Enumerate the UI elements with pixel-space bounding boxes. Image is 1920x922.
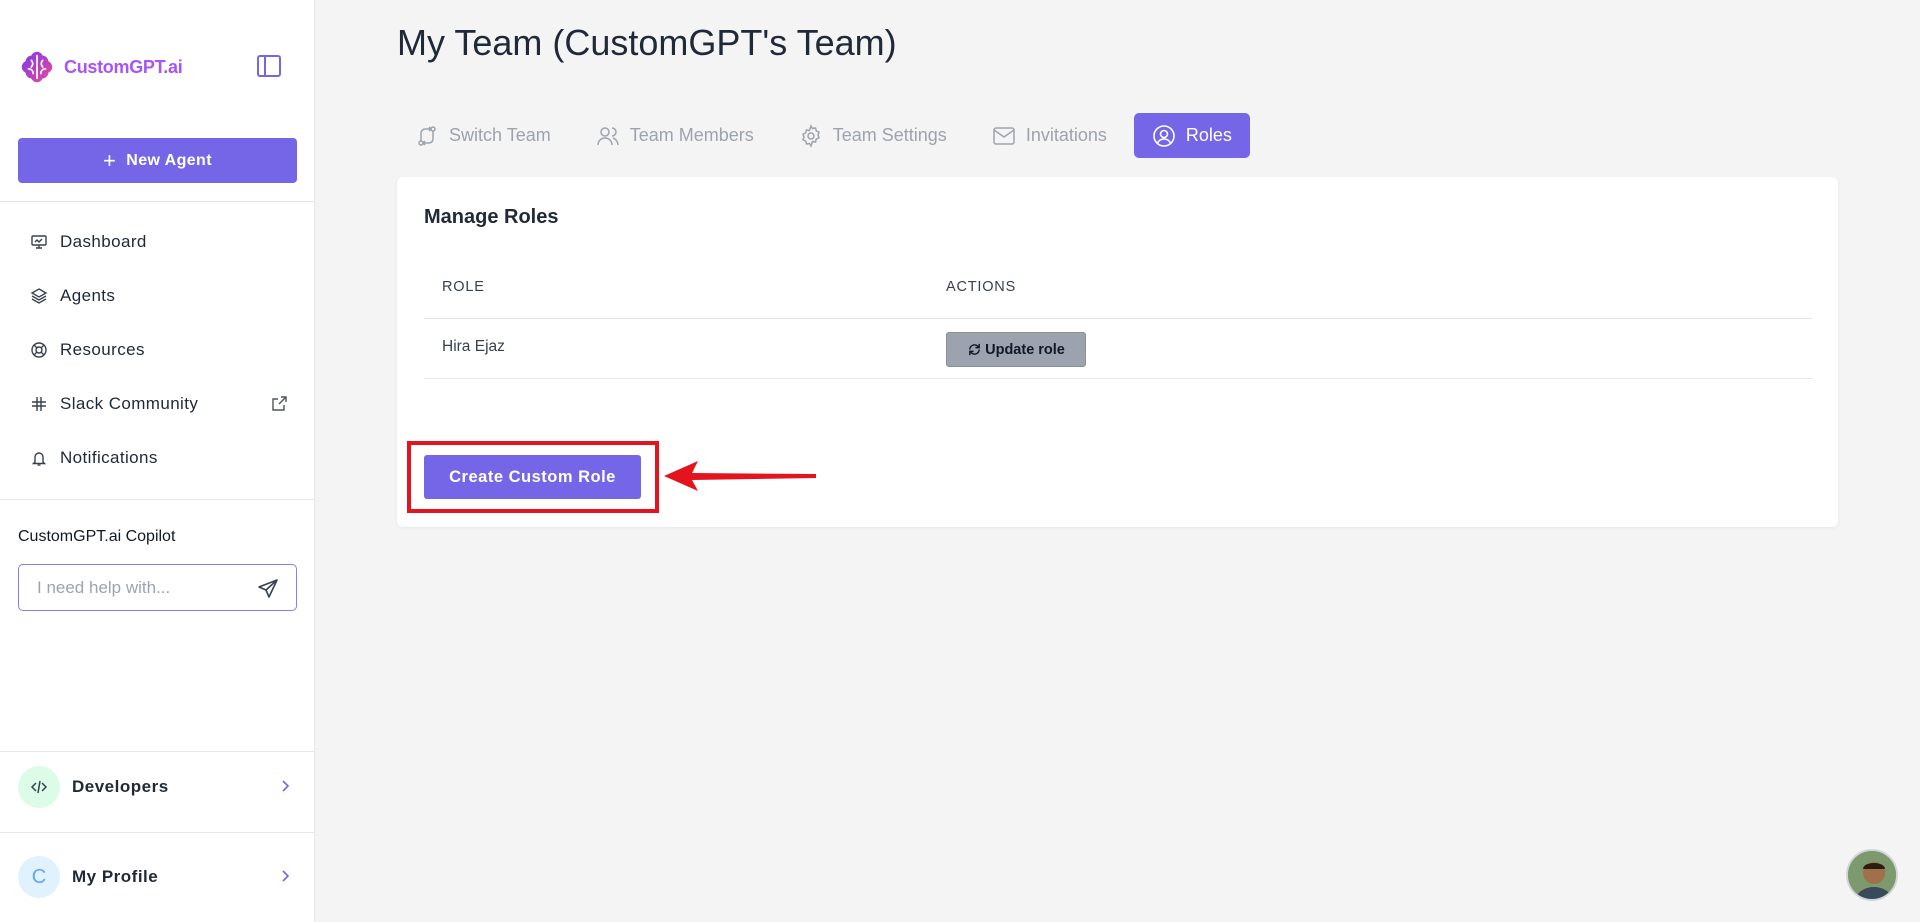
copilot-label: CustomGPT.ai Copilot: [18, 528, 176, 545]
developers-item[interactable]: Developers: [18, 765, 297, 809]
copilot-input[interactable]: [37, 577, 237, 598]
sidebar-item-label: Resources: [60, 340, 145, 359]
sidebar: CustomGPT.ai + New Agent Dashboard Agent…: [0, 0, 315, 922]
page-title: My Team (CustomGPT's Team): [397, 22, 897, 63]
person-avatar-icon: [1848, 851, 1896, 899]
brand-name: CustomGPT.ai: [64, 56, 183, 77]
annotation-highlight-box: [407, 441, 659, 513]
my-profile-item[interactable]: C My Profile: [18, 855, 297, 899]
sidebar-item-notifications[interactable]: Notifications: [0, 431, 315, 485]
external-link-icon: [272, 396, 287, 411]
switch-arrows-icon: [418, 125, 436, 146]
chevron-right-icon: [282, 870, 290, 882]
tab-team-members[interactable]: Team Members: [578, 113, 772, 158]
divider: [0, 832, 315, 833]
copilot-input-box: [18, 564, 297, 611]
column-header-role: ROLE: [442, 279, 485, 295]
plus-icon: +: [103, 147, 117, 173]
tab-label: Team Settings: [832, 125, 947, 145]
sidebar-item-label: Agents: [60, 286, 116, 305]
sidebar-toggle-icon[interactable]: [256, 54, 282, 78]
mail-icon: [993, 126, 1015, 145]
tab-label: Team Members: [629, 125, 754, 145]
code-icon: [18, 766, 60, 808]
divider: [0, 499, 315, 500]
users-icon: [596, 126, 619, 145]
avatar: C: [18, 856, 60, 898]
sidebar-item-agents[interactable]: Agents: [0, 269, 315, 323]
send-icon[interactable]: [256, 577, 280, 601]
chevron-right-icon: [282, 780, 290, 792]
sidebar-item-label: Slack Community: [60, 394, 199, 413]
sidebar-item-label: Dashboard: [60, 232, 147, 251]
logo[interactable]: CustomGPT.ai: [18, 48, 183, 86]
tab-roles[interactable]: Roles: [1133, 113, 1250, 158]
lifebuoy-icon: [31, 342, 47, 358]
new-agent-label: New Agent: [126, 151, 212, 169]
tab-label: Invitations: [1025, 125, 1107, 145]
bell-icon: [31, 452, 47, 466]
column-header-actions: ACTIONS: [946, 279, 1017, 295]
sidebar-item-resources[interactable]: Resources: [0, 323, 315, 377]
tab-switch-team[interactable]: Switch Team: [397, 113, 569, 158]
my-profile-label: My Profile: [72, 867, 159, 886]
layers-icon: [30, 288, 48, 304]
support-chat-avatar[interactable]: [1846, 849, 1898, 901]
tab-invitations[interactable]: Invitations: [974, 113, 1125, 158]
sidebar-item-label: Notifications: [60, 448, 158, 467]
developers-label: Developers: [72, 777, 169, 796]
new-agent-button[interactable]: + New Agent: [18, 138, 297, 183]
refresh-icon: [969, 343, 980, 356]
gear-icon: [801, 123, 820, 148]
user-circle-icon: [1153, 124, 1175, 147]
role-name-cell: Hira Ejaz: [442, 338, 505, 355]
sidebar-item-slack-community[interactable]: Slack Community: [0, 377, 315, 431]
brain-logo-icon: [21, 51, 53, 83]
team-tabs: Switch Team Team Members Team Settings I…: [397, 113, 1259, 158]
annotation-arrow-icon: [664, 461, 816, 491]
divider: [0, 201, 315, 202]
divider: [0, 751, 315, 752]
tab-label: Roles: [1185, 125, 1232, 145]
sidebar-nav: Dashboard Agents Resources Slack Communi…: [0, 215, 315, 485]
update-role-button[interactable]: Update role: [946, 332, 1086, 367]
slack-icon: [32, 397, 46, 411]
table-divider: [424, 318, 1812, 319]
card-title: Manage Roles: [424, 206, 559, 228]
monitor-icon: [31, 235, 47, 249]
sidebar-item-dashboard[interactable]: Dashboard: [0, 215, 315, 269]
update-role-label: Update role: [985, 341, 1065, 358]
table-divider: [424, 378, 1812, 379]
tab-team-settings[interactable]: Team Settings: [781, 113, 965, 158]
tab-label: Switch Team: [449, 125, 551, 145]
